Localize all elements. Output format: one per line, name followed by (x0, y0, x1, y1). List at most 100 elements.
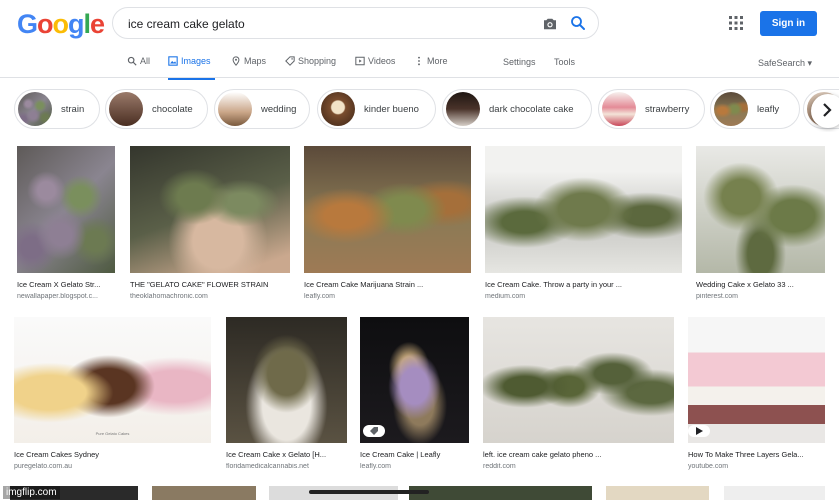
chip-leafly[interactable]: leafly (710, 89, 800, 129)
image-result[interactable]: THE "GELATO CAKE" FLOWER STRAIN theoklah… (130, 146, 290, 306)
result-title[interactable]: Ice Cream X Gelato Str... (17, 280, 115, 289)
image-result[interactable]: Ice Cream Cake Marijuana Strain ... leaf… (304, 146, 471, 306)
result-title[interactable]: Ice Cream Cake. Throw a party in your ..… (485, 280, 682, 289)
play-icon (355, 56, 365, 66)
tab-more[interactable]: More (414, 56, 448, 80)
image-result[interactable]: How To Make Three Layers Gela... youtube… (688, 317, 825, 472)
result-source[interactable]: leafly.com (304, 293, 471, 300)
chip-chocolate[interactable]: chocolate (105, 89, 208, 129)
image-result[interactable]: Ice Cream Cake x Gelato [H... floridamed… (226, 317, 347, 472)
tab-label: All (140, 56, 151, 66)
tab-label: Maps (244, 56, 267, 66)
tab-images[interactable]: Images (168, 56, 215, 80)
search-icon (127, 56, 137, 66)
tab-shopping[interactable]: Shopping (285, 56, 336, 80)
result-thumbnail[interactable] (485, 146, 682, 273)
result-title[interactable]: Wedding Cake x Gelato 33 ... (696, 280, 825, 289)
google-logo[interactable]: Google (17, 9, 105, 40)
image-result[interactable]: left. ice cream cake gelato pheno ... re… (483, 317, 674, 472)
result-thumbnail[interactable] (226, 317, 347, 443)
result-thumbnail[interactable] (483, 317, 674, 443)
chip-thumbnail (321, 92, 355, 126)
result-thumbnail[interactable] (304, 146, 471, 273)
settings-link[interactable]: Settings (503, 57, 536, 67)
logo-letter: g (68, 9, 84, 39)
tab-label: Shopping (298, 56, 337, 66)
tab-videos[interactable]: Videos (355, 56, 395, 80)
play-icon (696, 427, 703, 435)
chip-dark-chocolate-cake[interactable]: dark chocolate cake (442, 89, 592, 129)
sign-in-button[interactable]: Sign in (760, 11, 817, 36)
result-thumbnail[interactable] (688, 317, 825, 443)
tag-icon (370, 427, 378, 435)
chip-thumbnail (109, 92, 143, 126)
result-source[interactable]: floridamedicalcannabis.net (226, 463, 347, 470)
result-title[interactable]: Ice Cream Cake Marijuana Strain ... (304, 280, 471, 289)
result-source[interactable]: theoklahomachronic.com (130, 293, 290, 300)
result-thumbnail[interactable] (17, 146, 115, 273)
chip-wedding[interactable]: wedding (214, 89, 310, 129)
image-result[interactable]: Pure Gelato Cakes Ice Cream Cakes Sydney… (14, 317, 211, 472)
chip-label: leafly (757, 103, 780, 115)
logo-letter: e (90, 9, 105, 39)
next-chips-button[interactable] (811, 94, 839, 128)
image-result[interactable]: Ice Cream Cake | Leafly leafly.com (360, 317, 469, 472)
more-dots-icon (418, 56, 420, 66)
result-title[interactable]: Ice Cream Cakes Sydney (14, 450, 211, 459)
pin-icon (232, 56, 240, 66)
apps-grid-icon[interactable] (729, 16, 743, 30)
tools-link[interactable]: Tools (554, 57, 575, 67)
chip-label: dark chocolate cake (489, 103, 574, 115)
result-source[interactable]: medium.com (485, 293, 682, 300)
safesearch-dropdown[interactable]: SafeSearch ▾ (758, 58, 812, 69)
image-result-partial[interactable] (724, 486, 825, 500)
result-thumbnail[interactable]: Pure Gelato Cakes (14, 317, 211, 443)
result-title[interactable]: Ice Cream Cake x Gelato [H... (226, 450, 347, 459)
tab-maps[interactable]: Maps (231, 56, 266, 80)
chip-strawberry[interactable]: strawberry (598, 89, 705, 129)
result-title[interactable]: THE "GELATO CAKE" FLOWER STRAIN (130, 280, 290, 289)
tab-label: More (427, 56, 448, 66)
result-title[interactable]: left. ice cream cake gelato pheno ... (483, 450, 674, 459)
tab-label: Images (181, 56, 211, 66)
logo-letter: G (17, 9, 38, 39)
chip-thumbnail (714, 92, 748, 126)
image-result-partial[interactable] (409, 486, 592, 500)
result-source[interactable]: reddit.com (483, 463, 674, 470)
chevron-right-icon (823, 103, 832, 117)
chip-label: wedding (261, 103, 297, 115)
result-source[interactable]: youtube.com (688, 463, 825, 470)
image-result[interactable]: Ice Cream X Gelato Str... newallapaper.b… (17, 146, 115, 306)
image-result-partial[interactable] (606, 486, 709, 500)
tab-all[interactable]: All (127, 56, 150, 80)
camera-icon[interactable] (541, 15, 559, 33)
chip-label: strawberry (645, 103, 690, 115)
image-result[interactable]: Ice Cream Cake. Throw a party in your ..… (485, 146, 682, 306)
image-result[interactable]: Wedding Cake x Gelato 33 ... pinterest.c… (696, 146, 825, 306)
chip-kinder-bueno[interactable]: kinder bueno (317, 89, 436, 129)
result-source[interactable]: puregelato.com.au (14, 463, 211, 470)
caret-down-icon: ▾ (807, 58, 813, 68)
result-source[interactable]: newallapaper.blogspot.c... (17, 293, 115, 300)
result-title[interactable]: How To Make Three Layers Gela... (688, 450, 825, 459)
video-badge (688, 425, 710, 437)
tab-label: Videos (368, 56, 396, 66)
result-thumbnail[interactable] (696, 146, 825, 273)
logo-letter: o (52, 9, 69, 39)
chip-thumbnail (218, 92, 252, 126)
image-icon (168, 56, 178, 66)
result-thumbnail[interactable] (130, 146, 290, 273)
search-box[interactable] (112, 7, 599, 39)
related-searches-bar: strain chocolate wedding kinder bueno da… (0, 86, 839, 132)
home-indicator[interactable] (309, 490, 429, 494)
logo-letter: o (37, 9, 53, 39)
search-icon[interactable] (569, 14, 587, 32)
chip-strain[interactable]: strain (14, 89, 100, 129)
result-title[interactable]: Ice Cream Cake | Leafly (360, 450, 469, 459)
search-input[interactable] (128, 15, 528, 33)
safesearch-label: SafeSearch (758, 58, 806, 68)
result-source[interactable]: leafly.com (360, 463, 469, 470)
result-source[interactable]: pinterest.com (696, 293, 825, 300)
chip-thumbnail (446, 92, 480, 126)
image-result-partial[interactable] (152, 486, 256, 500)
